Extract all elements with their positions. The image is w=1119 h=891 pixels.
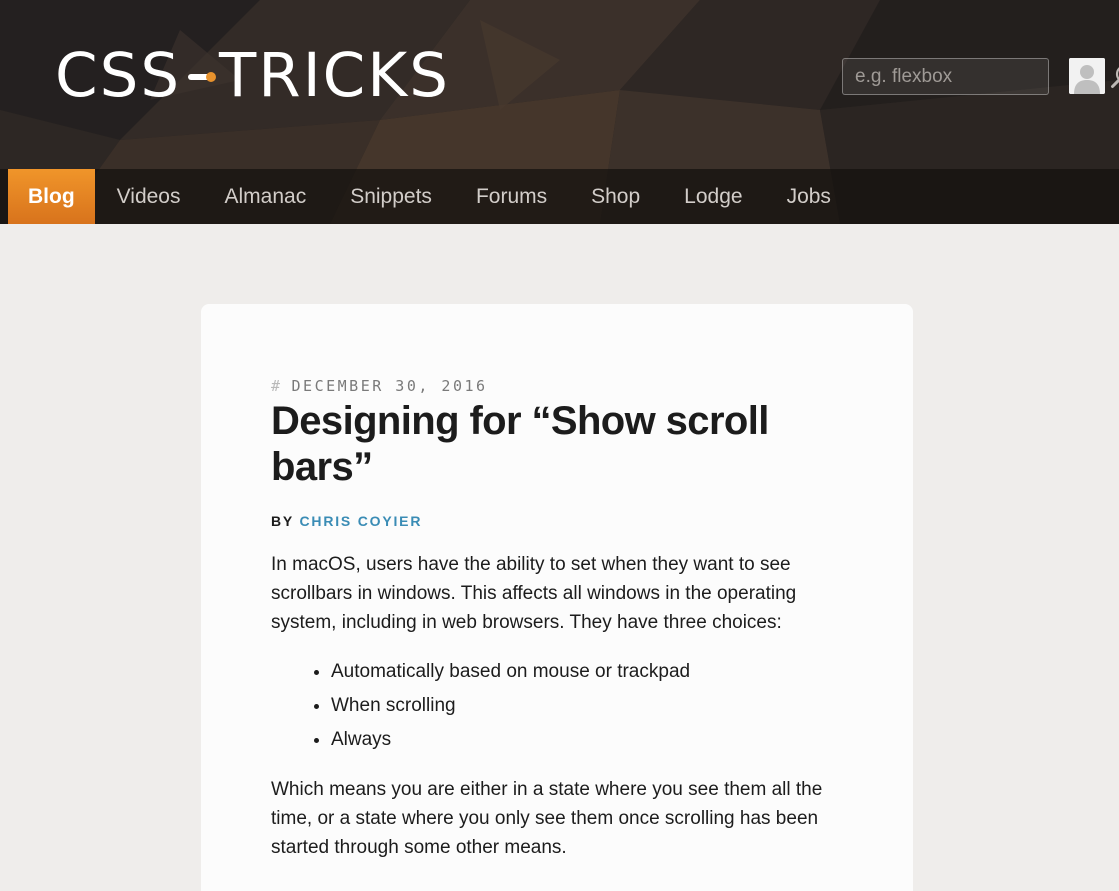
main-nav: Blog Videos Almanac Snippets Forums Shop…	[0, 169, 1119, 224]
list-item: Automatically based on mouse or trackpad	[331, 655, 831, 689]
nav-item-forums[interactable]: Forums	[454, 169, 569, 224]
byline-prefix: BY	[271, 513, 294, 529]
author-link[interactable]: CHRIS COYIER	[300, 513, 423, 529]
user-avatar-icon[interactable]	[1069, 58, 1105, 94]
post-date: # DECEMBER 30, 2016	[271, 376, 831, 396]
logo-text-right: TRICKS	[219, 39, 450, 111]
post-body: In macOS, users have the ability to set …	[271, 550, 831, 862]
search-icon[interactable]	[1110, 59, 1119, 94]
list-item: When scrolling	[331, 689, 831, 723]
choices-list: Automatically based on mouse or trackpad…	[331, 655, 831, 757]
logo-dash-mark	[188, 72, 217, 82]
nav-item-almanac[interactable]: Almanac	[203, 169, 329, 224]
intro-paragraph: In macOS, users have the ability to set …	[271, 554, 797, 633]
nav-item-shop[interactable]: Shop	[569, 169, 662, 224]
article: # DECEMBER 30, 2016 Designing for “Show s…	[271, 376, 831, 862]
post-title: Designing for “Show scroll bars”	[271, 399, 769, 489]
date-permalink-hash[interactable]: #	[271, 377, 283, 395]
nav-item-blog[interactable]: Blog	[8, 169, 95, 224]
nav-item-jobs[interactable]: Jobs	[765, 169, 853, 224]
nav-list: Blog Videos Almanac Snippets Forums Shop…	[0, 169, 1119, 224]
article-card: # DECEMBER 30, 2016 Designing for “Show s…	[201, 304, 913, 891]
list-item: Always	[331, 723, 831, 757]
site-header: CSS TRICKS Blog Videos Almanac Snippets …	[0, 0, 1119, 224]
byline: BY CHRIS COYIER	[271, 512, 831, 530]
site-logo[interactable]: CSS TRICKS	[55, 39, 450, 111]
nav-item-snippets[interactable]: Snippets	[328, 169, 454, 224]
search-box	[842, 58, 1119, 95]
post-date-text: DECEMBER 30, 2016	[291, 377, 488, 395]
nav-item-videos[interactable]: Videos	[95, 169, 203, 224]
followup-paragraph: Which means you are either in a state wh…	[271, 779, 823, 858]
logo-text-left: CSS	[55, 39, 182, 111]
nav-item-lodge[interactable]: Lodge	[662, 169, 764, 224]
